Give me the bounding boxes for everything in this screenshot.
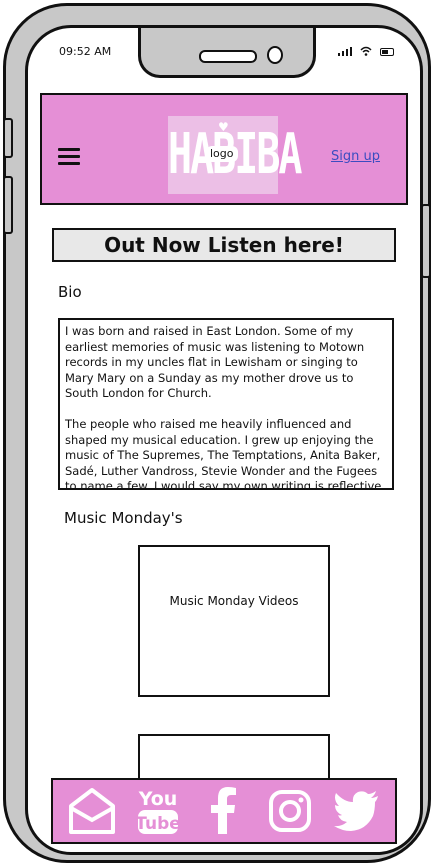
instagram-icon[interactable] [264,785,316,837]
camera [267,46,283,64]
bio-text-box[interactable]: I was born and raised in East London. So… [58,318,394,490]
music-monday-video[interactable]: Music Monday Videos [138,545,330,697]
site-header: ♥ HABIBA logo Sign up [40,93,408,205]
signal-icon [338,46,352,56]
svg-text:Tube: Tube [136,814,180,834]
video-label: Music Monday Videos [169,594,299,608]
notch [138,28,316,78]
music-monday-heading: Music Monday's [64,509,183,527]
screen: 09:52 AM ♥ HABIBA logo Sign up [25,25,423,855]
sign-up-link[interactable]: Sign up [331,149,380,164]
phone-frame: 09:52 AM ♥ HABIBA logo Sign up [3,3,431,863]
out-now-banner[interactable]: Out Now Listen here! [52,228,396,262]
status-time: 09:52 AM [59,45,112,58]
facebook-icon[interactable] [198,785,250,837]
wifi-icon [360,46,372,56]
logo-label: logo [206,146,238,162]
mail-icon[interactable] [66,785,118,837]
bio-paragraph: I was born and raised in East London. So… [65,324,365,401]
status-icons [338,46,394,56]
speaker [199,50,257,63]
bio-paragraph: The people who raised me heavily influen… [65,416,382,490]
social-footer: You Tube [51,778,397,844]
bio-heading: Bio [58,283,82,301]
twitter-icon[interactable] [330,785,382,837]
hamburger-menu-icon[interactable] [58,148,80,169]
battery-icon [380,48,394,56]
youtube-icon[interactable]: You Tube [132,785,184,837]
svg-text:You: You [138,788,178,810]
side-button [3,176,13,234]
side-button [3,118,13,158]
logo[interactable]: ♥ HABIBA logo [168,116,303,194]
